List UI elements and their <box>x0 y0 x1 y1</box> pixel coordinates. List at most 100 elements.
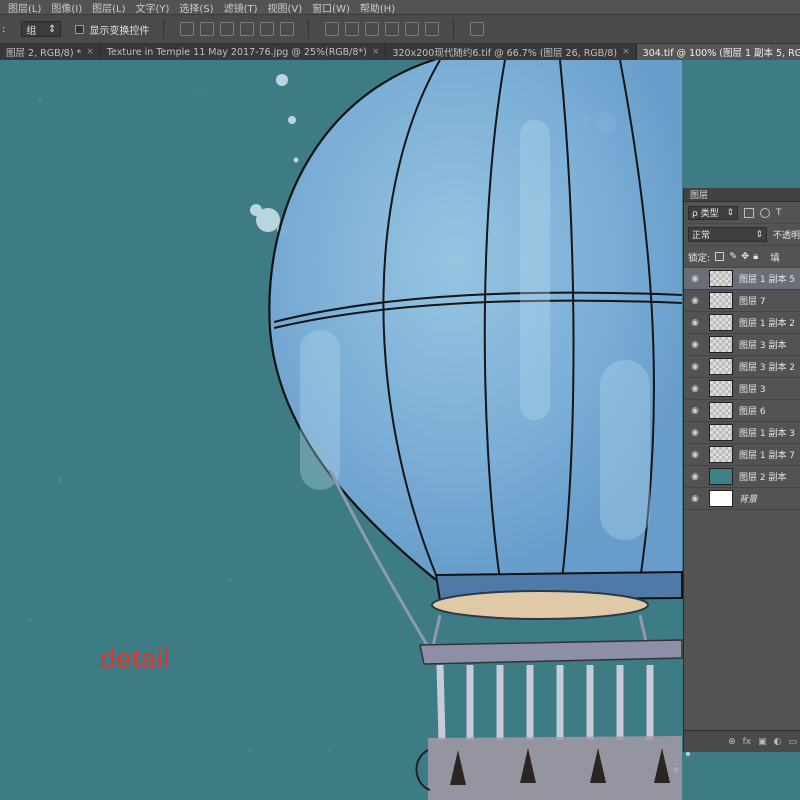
fx-icon[interactable]: fx <box>743 737 752 747</box>
distribute-bottom-icon[interactable] <box>365 22 380 36</box>
layer-thumbnail <box>709 358 733 375</box>
layer-thumbnail <box>709 468 733 485</box>
document-tab[interactable]: 304.tif @ 100% (图层 1 副本 5, RGB/8)× <box>636 44 800 60</box>
document-tab-label: 图层 2, RGB/8) * <box>6 48 82 59</box>
layer-thumbnail <box>709 336 733 353</box>
distribute-vcenter-icon[interactable] <box>345 22 360 36</box>
menu-item[interactable]: 选择(S) <box>179 0 213 15</box>
eye-icon[interactable]: ◉ <box>688 362 702 372</box>
chevron-down-icon: ⇕ <box>47 23 57 35</box>
chevron-down-icon: ⇕ <box>755 229 763 240</box>
eye-icon[interactable]: ◉ <box>688 340 702 350</box>
layer-row[interactable]: ◉ 图层 6 <box>684 400 800 422</box>
layer-row[interactable]: ◉ 图层 3 副本 <box>684 334 800 356</box>
layer-name: 图层 1 副本 7 <box>739 451 796 461</box>
close-icon[interactable]: × <box>86 47 94 57</box>
distribute-left-icon[interactable] <box>385 22 400 36</box>
layers-panel: 图层 ρ 类型 ⇕ T 正常 ⇕ 不透明 锁定: ✎ ✥ 🔒︎ 填 ◉ 图层 1 … <box>683 188 800 752</box>
eye-icon[interactable]: ◉ <box>688 494 702 504</box>
menu-item[interactable]: 视图(V) <box>268 0 303 15</box>
layer-row[interactable]: ◉ 图层 1 副本 7 <box>684 444 800 466</box>
eye-icon[interactable]: ◉ <box>688 318 702 328</box>
layer-row[interactable]: ◉ 图层 1 副本 3 <box>684 422 800 444</box>
show-transform-label: 显示变换控件 <box>89 25 150 37</box>
menu-item[interactable]: 文字(Y) <box>136 0 170 15</box>
layer-row[interactable]: ◉ 图层 3 <box>684 378 800 400</box>
document-tab[interactable]: Texture in Temple 11 May 2017-76.jpg @ 2… <box>101 44 387 60</box>
align-left-icon[interactable] <box>240 22 255 36</box>
divider <box>453 19 455 39</box>
opacity-label: 不透明 <box>772 231 800 241</box>
lock-position-icon[interactable]: ✥ <box>741 251 749 262</box>
menu-item[interactable]: 图层(L) <box>92 0 125 15</box>
distribute-top-icon[interactable] <box>325 22 340 36</box>
distribute-hcenter-icon[interactable] <box>405 22 420 36</box>
menu-item[interactable]: 滤镜(T) <box>224 0 258 15</box>
close-icon[interactable]: × <box>372 47 380 57</box>
basket-slats <box>436 664 654 741</box>
eye-icon[interactable]: ◉ <box>688 472 702 482</box>
menu-bar: 图层(L) 图像(I) 图层(L) 文字(Y) 选择(S) 滤镜(T) 视图(V) 窗口(W)… <box>0 0 800 14</box>
eye-icon[interactable]: ◉ <box>688 296 702 306</box>
align-top-icon[interactable] <box>180 22 195 36</box>
eye-icon[interactable]: ◉ <box>688 450 702 460</box>
document-canvas[interactable]: detail <box>0 60 800 800</box>
layer-row[interactable]: ◉ 背景 <box>684 488 800 510</box>
document-tab-label: 320x200现代随约6.tif @ 66.7% (图层 26, RGB/8) <box>392 48 618 59</box>
layer-name: 图层 1 副本 5 <box>739 275 796 285</box>
layer-kind-filter[interactable]: ρ 类型 ⇕ <box>688 205 738 220</box>
eye-icon[interactable]: ◉ <box>688 406 702 416</box>
menu-item[interactable]: 帮助(H) <box>360 0 395 15</box>
menu-item[interactable]: 图层(L) <box>8 0 41 15</box>
align-vcenter-icon[interactable] <box>200 22 215 36</box>
align-right-icon[interactable] <box>280 22 295 36</box>
blend-row: 正常 ⇕ 不透明 <box>684 224 800 246</box>
layer-row[interactable]: ◉ 图层 7 <box>684 290 800 312</box>
blend-mode-dropdown[interactable]: 正常 ⇕ <box>688 227 767 242</box>
layer-kind-value: ρ 类型 <box>692 209 719 219</box>
options-bar: : 组 ⇕ 显示变换控件 <box>0 14 800 44</box>
layer-row[interactable]: ◉ 图层 2 副本 <box>684 466 800 488</box>
layer-row[interactable]: ◉ 图层 1 副本 5 <box>684 268 800 290</box>
auto-select-dropdown[interactable]: 组 ⇕ <box>21 21 62 37</box>
layer-list: ◉ 图层 1 副本 5 ◉ 图层 7 ◉ 图层 1 副本 2 ◉ 图层 3 副本 ◉ 图层 3 副… <box>684 268 800 510</box>
eye-icon[interactable]: ◉ <box>688 274 702 284</box>
layer-thumbnail <box>709 270 733 287</box>
auto-align-icon[interactable] <box>470 22 485 36</box>
show-transform-checkbox[interactable] <box>75 24 85 34</box>
document-tab[interactable]: 图层 2, RGB/8) * × <box>0 44 101 60</box>
fill-label: 填 <box>770 252 780 264</box>
align-bottom-icon[interactable] <box>220 22 235 36</box>
align-hcenter-icon[interactable] <box>260 22 275 36</box>
filter-adjust-icon[interactable] <box>760 207 770 218</box>
eye-icon[interactable]: ◉ <box>688 428 702 438</box>
close-icon[interactable]: × <box>622 47 630 57</box>
balloon-rim <box>431 590 649 620</box>
mask-icon[interactable]: ▣ <box>758 737 767 747</box>
layer-thumbnail <box>709 292 733 309</box>
adjustment-icon[interactable]: ◐ <box>774 737 782 747</box>
document-tab[interactable]: 320x200现代随约6.tif @ 66.7% (图层 26, RGB/8) × <box>386 44 637 60</box>
blend-mode-value: 正常 <box>692 231 711 241</box>
eye-icon[interactable]: ◉ <box>688 384 702 394</box>
lock-transparent-icon[interactable] <box>715 252 725 261</box>
layer-name: 图层 1 副本 3 <box>739 429 796 439</box>
folder-icon[interactable]: ▭ <box>788 737 797 747</box>
layer-row[interactable]: ◉ 图层 3 副本 2 <box>684 356 800 378</box>
layer-name: 背景 <box>739 495 758 505</box>
options-arrow: : <box>2 23 6 35</box>
lock-all-icon[interactable]: 🔒︎ <box>753 251 758 262</box>
menu-item[interactable]: 图像(I) <box>51 0 82 15</box>
distribute-right-icon[interactable] <box>425 22 440 36</box>
filter-pixel-icon[interactable] <box>744 207 754 218</box>
link-icon[interactable]: ⊕ <box>728 737 736 747</box>
filter-type-icon[interactable]: T <box>776 208 786 218</box>
layer-row[interactable]: ◉ 图层 1 副本 2 <box>684 312 800 334</box>
document-tab-label: 304.tif @ 100% (图层 1 副本 5, RGB/8) <box>642 48 800 59</box>
layer-thumbnail <box>709 424 733 441</box>
divider <box>308 19 310 39</box>
chevron-down-icon: ⇕ <box>726 207 734 218</box>
lock-paint-icon[interactable]: ✎ <box>729 251 737 262</box>
menu-item[interactable]: 窗口(W) <box>312 0 350 15</box>
layer-name: 图层 7 <box>739 297 766 307</box>
